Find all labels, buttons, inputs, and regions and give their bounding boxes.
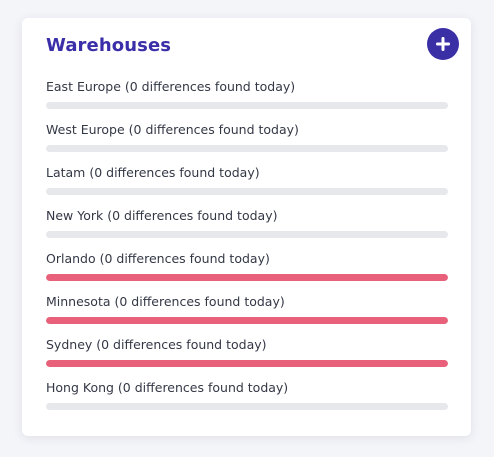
warehouse-progress-track [46,360,448,367]
warehouse-progress-track [46,403,448,410]
warehouse-progress-fill [46,317,448,324]
warehouse-item: East Europe (0 differences found today) [46,77,448,120]
warehouse-progress-track [46,188,448,195]
card-title: Warehouses [46,35,172,56]
warehouse-label: Latam (0 differences found today) [46,165,260,180]
plus-icon [436,37,450,51]
warehouse-label: New York (0 differences found today) [46,208,278,223]
warehouse-label: Hong Kong (0 differences found today) [46,380,289,395]
warehouse-label: West Europe (0 differences found today) [46,122,299,137]
warehouse-item: Minnesota (0 differences found today) [46,292,448,335]
warehouse-progress-track [46,102,448,109]
warehouse-progress-fill [46,274,448,281]
warehouse-label: East Europe (0 differences found today) [46,79,296,94]
warehouse-progress-fill [46,360,448,367]
warehouse-item: Hong Kong (0 differences found today) [46,378,448,421]
warehouse-list: East Europe (0 differences found today) … [46,77,448,421]
warehouse-item: West Europe (0 differences found today) [46,120,448,163]
warehouse-item: Sydney (0 differences found today) [46,335,448,378]
warehouse-item: New York (0 differences found today) [46,206,448,249]
warehouse-progress-track [46,317,448,324]
warehouse-item: Latam (0 differences found today) [46,163,448,206]
warehouse-progress-track [46,145,448,152]
warehouse-label: Orlando (0 differences found today) [46,251,270,266]
add-warehouse-button[interactable] [427,28,459,60]
warehouse-progress-track [46,274,448,281]
warehouse-label: Sydney (0 differences found today) [46,337,267,352]
warehouses-card: Warehouses East Europe (0 differences fo… [22,18,471,436]
warehouse-item: Orlando (0 differences found today) [46,249,448,292]
warehouse-label: Minnesota (0 differences found today) [46,294,285,309]
warehouse-progress-track [46,231,448,238]
